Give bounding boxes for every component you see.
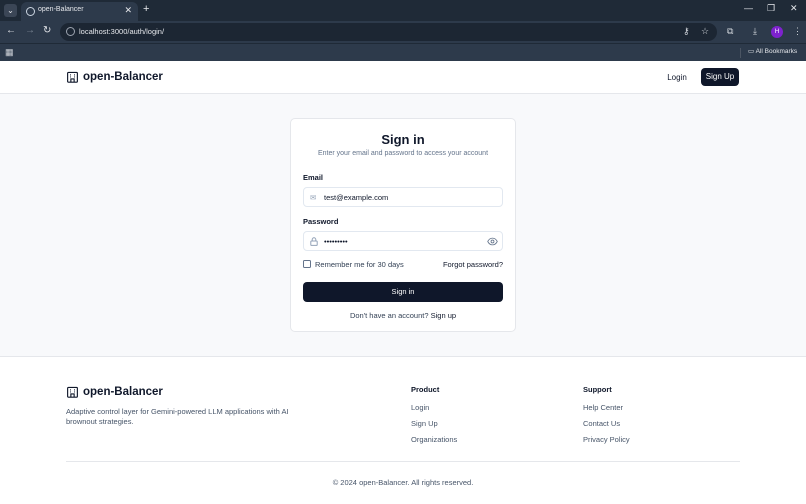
- kebab-menu-icon[interactable]: ⋮: [793, 26, 802, 37]
- all-bookmarks-label: All Bookmarks: [755, 48, 798, 55]
- new-tab-icon[interactable]: +: [143, 3, 149, 15]
- footer-brand[interactable]: open-Balancer: [66, 385, 163, 398]
- site-info-icon[interactable]: [66, 27, 75, 36]
- password-label: Password: [303, 217, 339, 226]
- password-key-icon[interactable]: ⚷: [683, 26, 690, 37]
- remember-checkbox[interactable]: [303, 260, 311, 268]
- signin-button[interactable]: Sign in: [303, 282, 503, 302]
- copyright: © 2024 open-Balancer. All rights reserve…: [332, 478, 474, 487]
- remember-label[interactable]: Remember me for 30 days: [315, 260, 404, 269]
- bookmarks-bar: ▦ ▭ All Bookmarks: [0, 43, 806, 61]
- footer-link-privacy[interactable]: Privacy Policy: [583, 435, 630, 445]
- footer-description: Adaptive control layer for Gemini-powere…: [66, 407, 289, 426]
- email-label: Email: [303, 173, 324, 182]
- apps-grid-icon[interactable]: ▦: [5, 47, 14, 58]
- bookmarks-divider: [740, 48, 741, 58]
- browser-toolbar: ← → ↻ localhost:3000/auth/login/ ⚷ ☆ ⧉ ⤓…: [0, 21, 806, 43]
- reload-icon[interactable]: ↻: [43, 25, 51, 36]
- forward-icon[interactable]: →: [25, 25, 35, 36]
- footer-link-organizations[interactable]: Organizations: [411, 435, 457, 445]
- password-field[interactable]: •••••••••: [303, 231, 503, 251]
- tab-search-icon[interactable]: ⌄: [4, 4, 17, 17]
- no-account-text: Don't have an account?: [349, 311, 429, 320]
- lock-icon: [310, 237, 318, 246]
- footer-divider: [66, 461, 740, 462]
- signup-link[interactable]: Sign up: [431, 311, 456, 320]
- email-value: test@example.com: [324, 193, 389, 202]
- site-footer: open-Balancer Adaptive control layer for…: [0, 356, 806, 504]
- bookmark-star-icon[interactable]: ☆: [701, 26, 709, 37]
- footer-link-signup[interactable]: Sign Up: [411, 419, 457, 429]
- url-text: localhost:3000/auth/login/: [79, 27, 165, 36]
- footer-link-contact[interactable]: Contact Us: [583, 419, 630, 429]
- address-bar[interactable]: localhost:3000/auth/login/ ⚷ ☆: [60, 23, 717, 41]
- footer-product-column: Product Login Sign Up Organizations: [411, 385, 457, 451]
- product-heading: Product: [411, 385, 440, 394]
- browser-tab[interactable]: open-Balancer ✕: [21, 2, 138, 21]
- header-login-link[interactable]: Login: [660, 69, 694, 86]
- window-close-icon[interactable]: ✕: [790, 3, 798, 14]
- mail-icon: ✉: [310, 193, 317, 202]
- browser-tab-strip: ⌄ open-Balancer ✕ + — ❐ ✕: [0, 0, 806, 21]
- restore-icon[interactable]: ❐: [767, 3, 775, 14]
- signup-prompt: Don't have an account? Sign up: [291, 311, 515, 320]
- tab-title: open-Balancer: [38, 6, 84, 13]
- profile-avatar[interactable]: H: [771, 26, 783, 38]
- folder-icon: ▭: [748, 48, 755, 55]
- footer-brand-name: open-Balancer: [83, 385, 163, 398]
- footer-link-help-center[interactable]: Help Center: [583, 403, 630, 413]
- brand-name: open-Balancer: [83, 70, 163, 83]
- header-signup-button[interactable]: Sign Up: [701, 68, 739, 86]
- close-icon[interactable]: ✕: [124, 5, 132, 16]
- brand-logo[interactable]: open-Balancer: [66, 70, 163, 83]
- globe-icon: [26, 7, 35, 16]
- footer-support-column: Support Help Center Contact Us Privacy P…: [583, 385, 630, 451]
- forgot-password-link[interactable]: Forgot password?: [443, 260, 503, 269]
- building-icon: [67, 386, 78, 398]
- support-heading: Support: [583, 385, 612, 394]
- password-value: •••••••••: [324, 237, 348, 246]
- site-header: open-Balancer Login Sign Up: [0, 61, 806, 94]
- signin-card: Sign in Enter your email and password to…: [290, 118, 516, 332]
- extensions-icon[interactable]: ⧉: [727, 26, 733, 37]
- building-icon: [67, 71, 78, 83]
- signin-title: Sign in: [381, 132, 425, 147]
- eye-icon[interactable]: [487, 237, 498, 246]
- download-icon[interactable]: ⤓: [753, 26, 757, 37]
- all-bookmarks-button[interactable]: ▭ All Bookmarks: [748, 47, 797, 55]
- footer-link-login[interactable]: Login: [411, 403, 457, 413]
- email-field[interactable]: ✉ test@example.com: [303, 187, 503, 207]
- back-icon[interactable]: ←: [6, 25, 16, 36]
- minimize-icon[interactable]: —: [744, 3, 753, 13]
- signin-subtitle: Enter your email and password to access …: [317, 150, 489, 157]
